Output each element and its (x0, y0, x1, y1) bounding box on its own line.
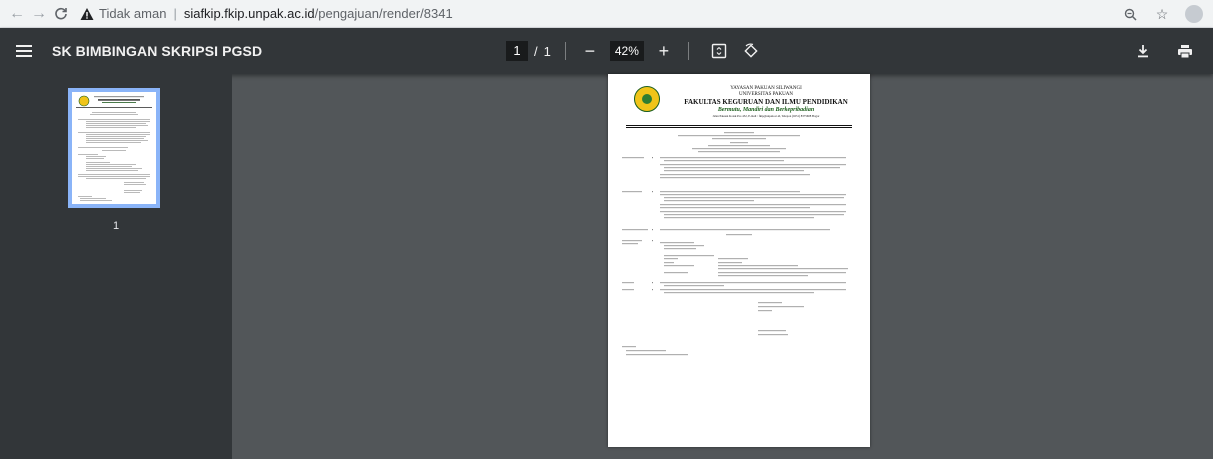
url-host: siafkip.fkip.unpak.ac.id (183, 6, 315, 21)
document-title: SK BIMBINGAN SKRIPSI PGSD (52, 43, 263, 59)
url-field[interactable]: Tidak aman | siafkip.fkip.unpak.ac.id /p… (80, 3, 453, 25)
warning-icon (80, 7, 94, 20)
pdf-toolbar: SK BIMBINGAN SKRIPSI PGSD 1 / 1 − 42% + (0, 28, 1213, 74)
forward-arrow-icon[interactable]: → (28, 3, 50, 25)
rotate-icon[interactable] (739, 39, 763, 63)
thumbnail-preview (76, 95, 152, 201)
reload-icon[interactable] (50, 3, 72, 25)
pdf-page: YAYASAN PAKUAN SILIWANGI UNIVERSITAS PAK… (608, 74, 870, 447)
page-body-text (622, 132, 848, 356)
profile-avatar[interactable] (1183, 3, 1205, 25)
browser-address-bar: ← → Tidak aman | siafkip.fkip.unpak.ac.i… (0, 0, 1213, 28)
page-thumbnail[interactable] (68, 88, 160, 208)
security-label: Tidak aman (99, 6, 167, 21)
zoom-out-button[interactable]: − (580, 41, 600, 62)
url-separator: | (173, 6, 177, 21)
avatar-icon (1185, 5, 1203, 23)
page-separator: / (534, 43, 538, 59)
fit-page-icon[interactable] (707, 39, 731, 63)
zoom-in-button[interactable]: + (654, 41, 674, 62)
zoom-magnifier-icon[interactable] (1119, 3, 1141, 25)
toolbar-divider (687, 42, 689, 60)
thumbnail-sidebar: 1 (0, 74, 232, 459)
menu-icon[interactable] (4, 28, 44, 74)
download-icon[interactable] (1131, 39, 1155, 63)
toolbar-divider (564, 42, 566, 60)
bookmark-star-icon[interactable]: ☆ (1151, 3, 1173, 25)
total-pages: 1 (543, 43, 551, 59)
back-arrow-icon[interactable]: ← (6, 3, 28, 25)
page-number-input[interactable]: 1 (506, 41, 528, 61)
zoom-level-input[interactable]: 42% (609, 41, 644, 61)
url-path: /pengajuan/render/8341 (314, 6, 453, 21)
thumbnail-page-number: 1 (112, 220, 120, 232)
print-icon[interactable] (1173, 39, 1197, 63)
